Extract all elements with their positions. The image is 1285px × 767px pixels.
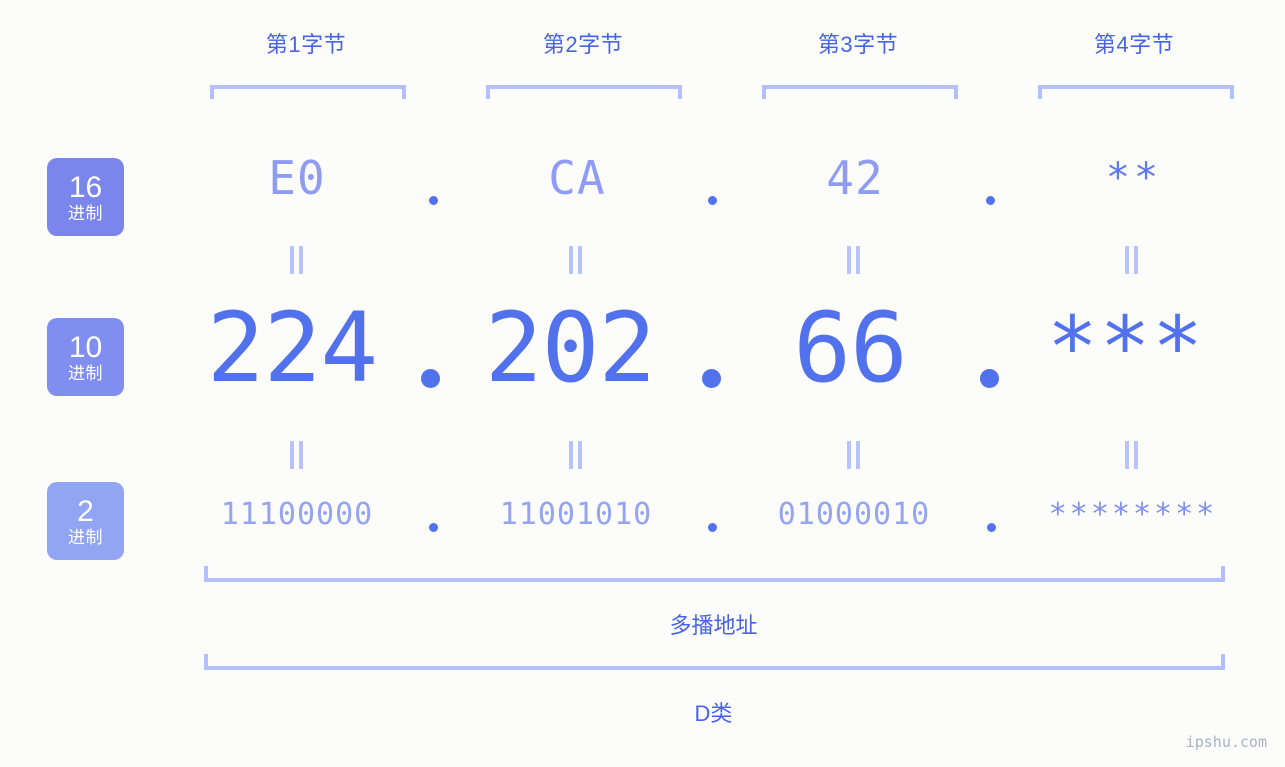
binary-byte-3: 01000010: [777, 497, 931, 532]
hex-byte-4: **: [1105, 155, 1163, 201]
radix-badge-decimal-number: 10: [68, 330, 103, 364]
equals-icon-dec-bin-4: [1124, 441, 1140, 469]
equals-icon-hex-dec-2: [568, 246, 584, 274]
binary-separator-dot-1: [429, 523, 438, 532]
radix-badge-decimal: 10 进制: [47, 318, 124, 396]
hex-byte-1: E0: [268, 151, 326, 205]
decimal-byte-1: 224: [206, 292, 378, 404]
equals-icon-dec-bin-3: [846, 441, 862, 469]
radix-badge-binary-label: 进制: [68, 527, 103, 547]
equals-icon-dec-bin-1: [289, 441, 305, 469]
multicast-bracket: [204, 566, 1225, 582]
multicast-caption: 多播地址: [669, 613, 758, 638]
decimal-separator-dot-2: [702, 369, 721, 388]
byte-header-2: 第2字节: [542, 32, 624, 57]
radix-badge-binary-number: 2: [77, 494, 94, 528]
class-caption: D类: [694, 701, 733, 726]
equals-icon-dec-bin-2: [568, 441, 584, 469]
site-watermark: ipshu.com: [1185, 733, 1267, 751]
radix-badge-hex: 16 进制: [47, 158, 124, 236]
radix-badge-decimal-label: 进制: [68, 363, 103, 383]
binary-byte-4: ********: [1048, 497, 1218, 532]
hex-separator-dot-2: [708, 196, 717, 205]
decimal-separator-dot-1: [421, 369, 440, 388]
radix-badge-binary: 2 进制: [47, 482, 124, 560]
byte-header-1: 第1字节: [265, 32, 347, 57]
binary-separator-dot-3: [987, 523, 996, 532]
byte-bracket-1: [210, 85, 406, 99]
equals-icon-hex-dec-1: [289, 246, 305, 274]
diagram-canvas: 第1字节 第2字节 第3字节 第4字节 16 进制 10 进制 2 进制 E0 …: [0, 0, 1285, 767]
radix-badge-hex-label: 进制: [68, 203, 103, 223]
byte-header-4: 第4字节: [1093, 32, 1175, 57]
hex-byte-2: CA: [548, 151, 606, 205]
equals-icon-hex-dec-3: [846, 246, 862, 274]
equals-icon-hex-dec-4: [1124, 246, 1140, 274]
decimal-separator-dot-3: [980, 369, 999, 388]
hex-byte-3: 42: [826, 151, 884, 205]
class-bracket: [204, 654, 1225, 670]
byte-bracket-2: [486, 85, 682, 99]
byte-header-3: 第3字节: [817, 32, 899, 57]
binary-separator-dot-2: [708, 523, 717, 532]
hex-separator-dot-1: [429, 196, 438, 205]
hex-separator-dot-3: [986, 196, 995, 205]
radix-badge-hex-number: 16: [68, 170, 103, 204]
byte-bracket-3: [762, 85, 958, 99]
binary-byte-1: 11100000: [220, 497, 374, 532]
decimal-byte-3: 66: [793, 292, 908, 404]
byte-bracket-4: [1038, 85, 1234, 99]
binary-byte-2: 11001010: [499, 497, 653, 532]
decimal-byte-2: 202: [484, 292, 656, 404]
decimal-byte-4: ***: [1047, 298, 1205, 396]
